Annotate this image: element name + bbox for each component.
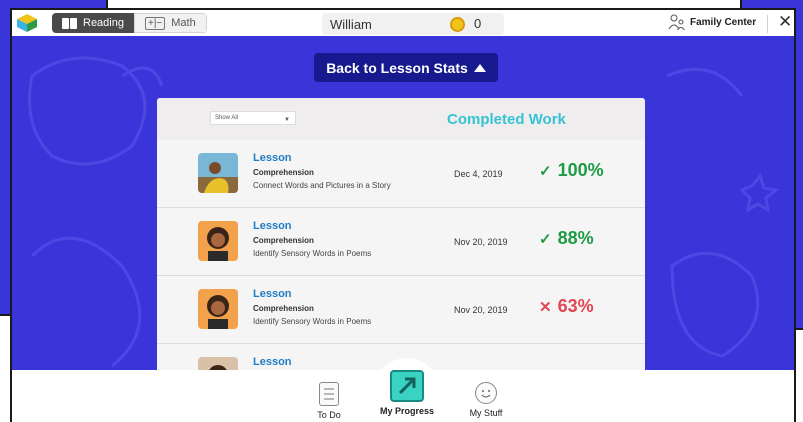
todo-list-icon	[319, 382, 339, 406]
filter-select[interactable]: Show All ▼	[210, 111, 296, 125]
username: William	[330, 16, 372, 32]
filter-value: Show All	[215, 115, 239, 121]
nav-to-do[interactable]: To Do	[289, 370, 369, 420]
completed-work-panel: Show All ▼ Completed Work Lesson Compreh…	[157, 98, 645, 370]
lesson-thumbnail	[198, 221, 238, 261]
score-value: 88%	[557, 228, 594, 248]
lesson-description: Identify Sensory Words in Poems	[253, 317, 372, 326]
lesson-category: Comprehension	[253, 168, 314, 177]
family-center-button[interactable]: Family Center	[668, 13, 756, 31]
header-divider	[767, 15, 768, 33]
panel-title: Completed Work	[447, 111, 566, 128]
back-button-label: Back to Lesson Stats	[326, 59, 468, 76]
close-icon[interactable]: ✕	[778, 12, 792, 32]
check-icon: ✓	[539, 230, 552, 248]
smiley-icon	[475, 382, 497, 404]
lesson-score: ✓ 100%	[539, 160, 604, 181]
nav-label: My Progress	[379, 406, 435, 416]
lesson-row[interactable]: Lesson Comprehension Connect Words and P…	[157, 140, 645, 208]
progress-arrow-icon	[390, 370, 424, 402]
nav-my-progress[interactable]: My Progress	[367, 370, 447, 416]
lesson-date: Dec 4, 2019	[454, 169, 503, 179]
lesson-title[interactable]: Lesson	[253, 220, 292, 232]
caret-up-icon	[473, 63, 486, 72]
nav-label: My Stuff	[469, 408, 503, 418]
chevron-down-icon: ▼	[284, 117, 290, 123]
math-tab[interactable]: +|− Math	[133, 13, 207, 33]
lesson-row[interactable]: Lesson Comprehension Identify Sensory Wo…	[157, 276, 645, 344]
lesson-title[interactable]: Lesson	[253, 288, 292, 300]
lesson-title[interactable]: Lesson	[253, 356, 292, 368]
x-mark-icon: ✕	[539, 298, 552, 316]
nav-label: To Do	[317, 410, 341, 420]
lesson-description: Connect Words and Pictures in a Story	[253, 181, 391, 190]
lesson-date: Nov 20, 2019	[454, 237, 508, 247]
family-icon	[668, 13, 686, 31]
lesson-thumbnail	[198, 153, 238, 193]
check-icon: ✓	[539, 162, 552, 180]
lesson-score: ✓ 88%	[539, 228, 594, 249]
lesson-row[interactable]: Lesson Comprehension Identify Sensory Wo…	[157, 208, 645, 276]
back-to-lesson-stats-button[interactable]: Back to Lesson Stats	[314, 53, 498, 82]
lesson-thumbnail	[198, 289, 238, 329]
lesson-title[interactable]: Lesson	[253, 152, 292, 164]
lesson-list: Lesson Comprehension Connect Words and P…	[157, 140, 645, 370]
book-icon	[62, 17, 77, 29]
family-center-label: Family Center	[690, 16, 757, 28]
lesson-description: Identify Sensory Words in Poems	[253, 249, 372, 258]
lesson-score: ✕ 63%	[539, 296, 594, 317]
reading-tab-label: Reading	[83, 17, 124, 29]
coin-count: 0	[474, 16, 482, 31]
lesson-date: Nov 20, 2019	[454, 305, 508, 315]
plus-minus-icon: +|−	[144, 16, 166, 30]
app-logo-icon[interactable]	[16, 13, 38, 33]
app-window: Reading +|− Math William 0 Family Center	[10, 8, 796, 422]
score-value: 63%	[557, 296, 594, 316]
subject-toggle: Reading +|− Math	[52, 13, 207, 33]
user-coins-pill[interactable]: William 0	[322, 13, 504, 35]
lesson-category: Comprehension	[253, 236, 314, 245]
lesson-thumbnail	[198, 357, 238, 370]
score-value: 100%	[557, 160, 604, 180]
panel-header: Show All ▼ Completed Work	[157, 98, 645, 140]
lesson-category: Comprehension	[253, 304, 314, 313]
top-bar: Reading +|− Math William 0 Family Center	[12, 8, 794, 36]
content-background: Back to Lesson Stats Show All ▼ Complete…	[12, 36, 794, 370]
coin-icon	[450, 17, 465, 32]
reading-tab[interactable]: Reading	[52, 13, 134, 33]
nav-my-stuff[interactable]: My Stuff	[446, 370, 526, 418]
math-tab-label: Math	[171, 17, 196, 29]
bottom-nav: To Do My Progress My Stuff	[12, 358, 794, 422]
